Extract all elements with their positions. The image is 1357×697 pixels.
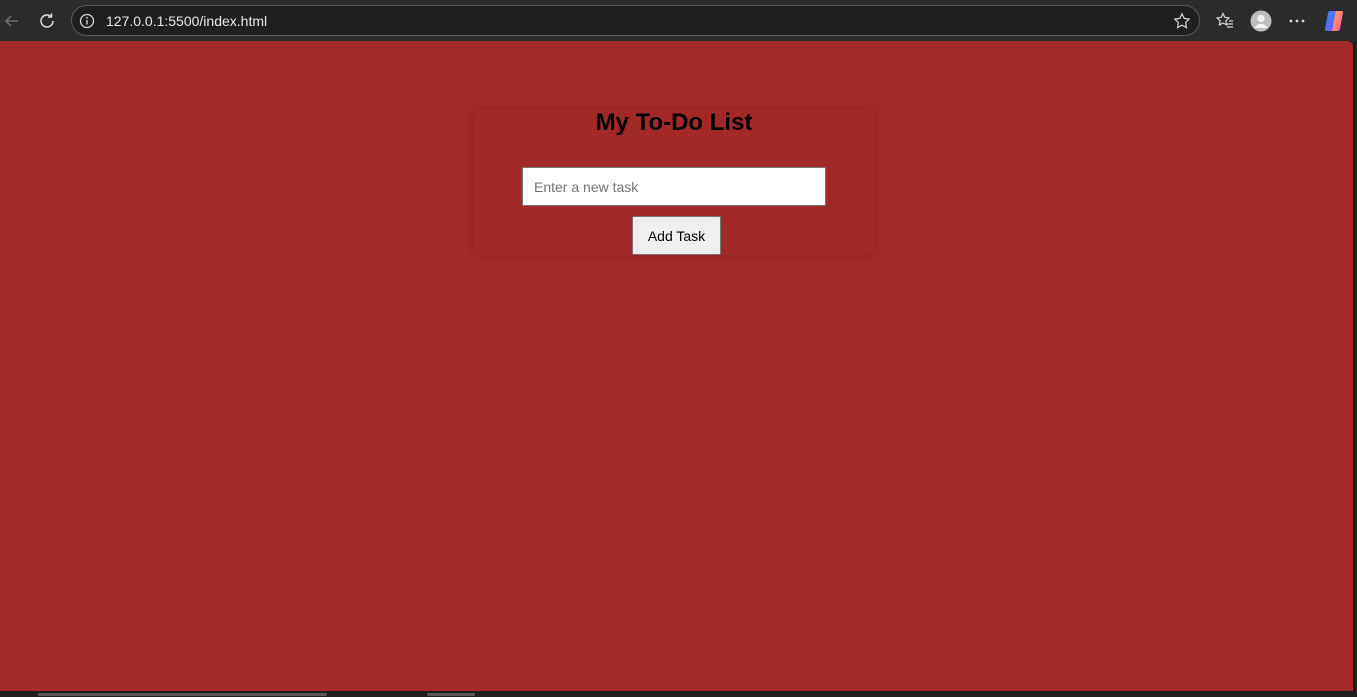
scrollbar-thumb[interactable] [38, 693, 327, 696]
favorite-star-icon[interactable] [1173, 12, 1191, 35]
refresh-icon[interactable] [35, 9, 59, 33]
scrollbar-thumb[interactable] [427, 693, 475, 696]
add-task-button[interactable]: Add Task [632, 216, 721, 255]
favorites-icon[interactable] [1213, 9, 1237, 33]
task-input[interactable] [522, 167, 826, 206]
browser-toolbar: 127.0.0.1:5500/index.html [0, 0, 1357, 41]
profile-avatar-icon[interactable] [1249, 9, 1273, 33]
site-info-icon[interactable] [79, 13, 95, 34]
page-title: My To-Do List [595, 109, 753, 136]
todo-card: My To-Do List Add Task [474, 109, 874, 255]
back-arrow-icon[interactable] [0, 9, 24, 33]
address-bar[interactable]: 127.0.0.1:5500/index.html [71, 5, 1200, 36]
more-options-icon[interactable] [1285, 9, 1309, 33]
copilot-icon[interactable] [1322, 9, 1346, 33]
page-viewport: My To-Do List Add Task [0, 41, 1353, 691]
url-text[interactable]: 127.0.0.1:5500/index.html [106, 13, 267, 29]
